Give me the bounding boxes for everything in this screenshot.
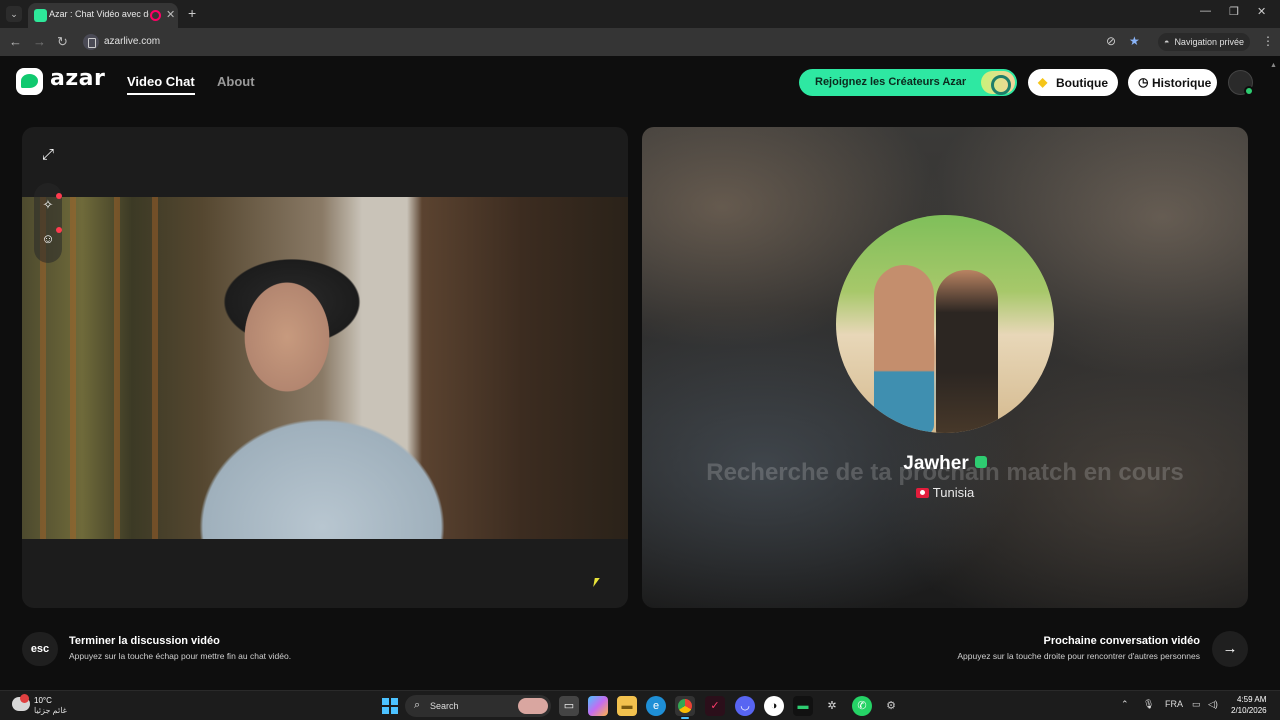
search-highlight-icon: [518, 698, 548, 714]
private-label: Navigation privée: [1174, 37, 1244, 47]
edge-icon[interactable]: e: [646, 696, 666, 716]
more-icon[interactable]: ⋮: [1262, 34, 1274, 48]
clock-app-icon[interactable]: ◑: [764, 696, 784, 716]
omnibox[interactable]: azarlive.com ⊘ ★: [80, 32, 1150, 52]
site-info-icon[interactable]: [83, 34, 99, 50]
end-chat-button[interactable]: esc: [22, 632, 58, 666]
creator-badge-icon: [981, 71, 1015, 95]
match-country: Tunisia: [932, 485, 975, 500]
tray-overflow-icon[interactable]: ⌃: [1121, 699, 1129, 710]
browser-tabstrip: ⌄ Azar : Chat Vidéo avec de n ✕ + — ❐ ✕: [0, 0, 1280, 28]
nav-video-chat[interactable]: Video Chat: [127, 74, 195, 95]
end-chat-title: Terminer la discussion vidéo: [69, 635, 220, 647]
sticker-icon[interactable]: ☺: [38, 229, 58, 249]
microphone-icon[interactable]: 🎙︎: [1143, 699, 1154, 710]
history-label: Historique: [1152, 76, 1212, 90]
site-header: azar Video Chat About Rejoignez les Créa…: [0, 56, 1280, 108]
terminal-icon[interactable]: ▬: [793, 696, 813, 716]
weather-description[interactable]: غائم جزئيا: [34, 706, 67, 715]
windows-start-icon[interactable]: [382, 698, 398, 714]
next-chat-title: Prochaine conversation vidéo: [1043, 635, 1201, 647]
match-country-row: Tunisia: [642, 485, 1248, 500]
input-language[interactable]: FRA: [1165, 699, 1183, 709]
taskbar-search[interactable]: ⌕ Search: [405, 695, 551, 717]
address-bar: ← → ↻ azarlive.com ⊘ ★ ◓ Navigation privé…: [0, 28, 1280, 56]
display-icon[interactable]: ▭: [1192, 699, 1201, 710]
tab-list-icon[interactable]: ⌄: [6, 6, 22, 22]
recording-icon: [150, 10, 161, 21]
next-chat-button[interactable]: →: [1212, 631, 1248, 667]
match-name: Jawher: [903, 453, 969, 474]
discord-icon[interactable]: ◡: [735, 696, 755, 716]
folder-icon[interactable]: ▬: [617, 696, 637, 716]
back-icon[interactable]: ←: [9, 34, 22, 49]
self-camera-feed: [22, 197, 628, 539]
clock-icon: ◷: [1138, 75, 1149, 89]
app-icon[interactable]: ✓: [705, 696, 725, 716]
join-creators-label: Rejoignez les Créateurs Azar: [815, 76, 967, 88]
nav-about[interactable]: About: [217, 74, 255, 89]
minimize-icon[interactable]: —: [1200, 5, 1211, 17]
tunisia-flag-icon: [915, 488, 929, 498]
verified-icon: [974, 456, 987, 468]
plus-icon[interactable]: +: [188, 5, 196, 21]
weather-alert-icon: [20, 694, 29, 703]
browser-tab[interactable]: Azar : Chat Vidéo avec de n ✕: [28, 3, 178, 28]
match-panel: Recherche de ta prochain match en cours …: [642, 127, 1248, 608]
match-name-row: Jawher: [642, 453, 1248, 475]
volume-icon[interactable]: ◁): [1208, 699, 1218, 710]
weather-temperature[interactable]: 10°C: [34, 696, 52, 705]
eye-off-icon[interactable]: ⊘: [1106, 34, 1116, 48]
reload-icon[interactable]: ↻: [57, 34, 68, 50]
close-window-icon[interactable]: ✕: [1257, 5, 1266, 18]
magic-wand-icon[interactable]: ✧: [38, 195, 58, 215]
settings-icon[interactable]: ⚙: [881, 696, 901, 716]
search-icon: ⌕: [414, 699, 421, 711]
scrollbar-up-arrow[interactable]: ▲: [1270, 62, 1277, 69]
star-icon[interactable]: ★: [1129, 34, 1140, 48]
chatgpt-icon[interactable]: ✲: [822, 696, 842, 716]
azar-logo-icon: [16, 68, 43, 95]
tab-title: Azar : Chat Vidéo avec de n: [49, 9, 149, 19]
online-status-dot: [1244, 86, 1254, 96]
chrome-icon[interactable]: [675, 696, 695, 719]
new-badge-dot: [56, 227, 62, 233]
diamond-icon: ◆: [1038, 75, 1048, 89]
new-badge-dot: [56, 193, 62, 199]
close-icon[interactable]: ✕: [166, 8, 175, 21]
url-text[interactable]: azarlive.com: [104, 36, 160, 47]
history-button[interactable]: ◷ Historique: [1128, 69, 1217, 96]
azar-favicon: [34, 9, 47, 22]
file-explorer-icon[interactable]: ▭: [559, 696, 579, 716]
shop-label: Boutique: [1056, 76, 1108, 90]
incognito-icon: ◓: [1164, 37, 1170, 47]
whatsapp-icon[interactable]: ✆: [852, 696, 872, 716]
os-taskbar: 10°C غائم جزئيا ⌕ Search ▭ ▬ e ✓ ◡ ◑ ▬ ✲…: [0, 690, 1280, 720]
expand-icon[interactable]: ⤢: [36, 143, 60, 167]
azar-logo-text: azar: [50, 66, 106, 91]
next-chat-subtitle: Appuyez sur la touche droite pour rencon…: [957, 651, 1200, 661]
shop-button[interactable]: ◆ Boutique: [1028, 69, 1118, 96]
taskbar-search-label: Search: [430, 701, 459, 711]
match-profile-photo[interactable]: [836, 215, 1054, 433]
effects-toolbar: ✧ ☺: [34, 183, 62, 263]
private-browsing-chip[interactable]: ◓ Navigation privée: [1158, 33, 1250, 51]
end-chat-subtitle: Appuyez sur la touche échap pour mettre …: [69, 651, 292, 661]
clock-date[interactable]: 2/10/2026: [1231, 706, 1267, 715]
self-video-panel: ⤢ ✧ ☺: [22, 127, 628, 608]
join-creators-button[interactable]: Rejoignez les Créateurs Azar: [799, 69, 1017, 96]
forward-icon[interactable]: →: [33, 34, 46, 49]
clock-time[interactable]: 4:59 AM: [1237, 695, 1266, 704]
copilot-icon[interactable]: [588, 696, 608, 716]
maximize-icon[interactable]: ❐: [1229, 5, 1239, 18]
